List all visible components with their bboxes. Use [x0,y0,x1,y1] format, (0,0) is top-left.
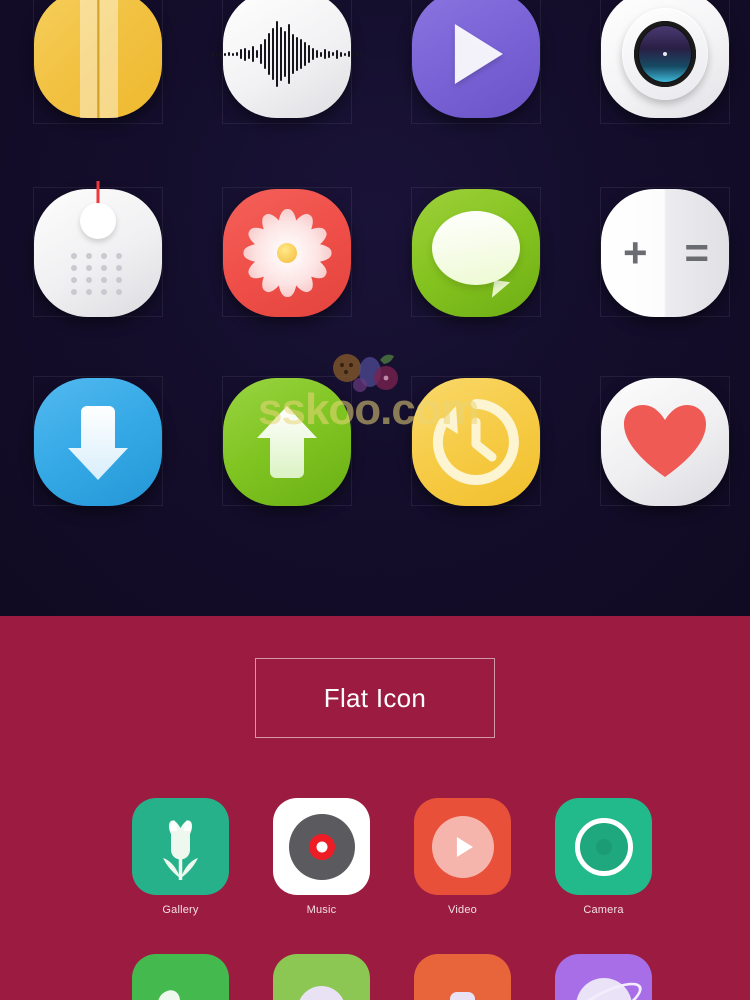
flat-video-icon[interactable] [414,798,511,895]
flat-gallery-icon[interactable] [132,798,229,895]
video-player-icon[interactable] [412,0,540,118]
download-icon[interactable] [34,378,162,506]
download-icon-surface [34,378,162,506]
flat-app-camera[interactable]: Camera [533,798,674,916]
flat-app-clock[interactable] [392,954,533,1000]
play-circle-glyph [431,815,494,878]
calculator-plus-symbol: + [623,229,648,276]
camera-icon[interactable] [601,0,729,118]
tulip-glyph [163,820,198,880]
partial-glyph [158,990,180,1000]
heart-glyph [624,405,706,477]
video-player-icon-surface [412,0,540,118]
speech-bubble-tail [491,280,510,301]
alarm-speaker-grill [71,253,125,295]
alarm-button [80,203,116,239]
flat-music-label: Music [306,904,337,916]
flat-browser-icon[interactable] [555,954,652,1000]
arrow-down-glyph [68,406,128,480]
voice-recorder-icon-surface [212,0,362,118]
history-icon-surface [412,378,540,506]
flat-app-browser[interactable] [533,954,674,1000]
flat-icon-row-1: Gallery Music Video Camera [0,798,750,916]
flat-icon-title-box: Flat Icon [255,658,495,738]
flat-app-contacts[interactable] [251,954,392,1000]
camera-icon-surface [601,0,729,118]
voice-recorder-icon[interactable] [212,0,362,118]
waveform-glyph [212,19,362,89]
play-triangle-glyph [454,24,503,84]
messages-icon-surface [412,189,540,317]
lens-ring-glyph [574,817,633,876]
flat-icon-crimson-section: Flat Icon Gallery Music Video Camera [0,616,750,1000]
calculator-equals-symbol: = [684,229,709,276]
flower-core [277,243,297,263]
arrow-up-glyph [257,406,317,478]
history-icon[interactable] [412,378,540,506]
partial-glyph [450,992,475,1000]
vinyl-record-glyph [288,813,355,880]
notes-spine [97,0,99,118]
alarm-sensor-icon-surface [34,181,162,317]
flat-video-label: Video [448,904,477,916]
flower-gallery-icon[interactable] [223,189,351,317]
upload-icon[interactable] [223,378,351,506]
partial-glyph [299,986,344,1000]
page-title: Flat Icon [323,682,427,713]
flat-camera-icon[interactable] [555,798,652,895]
lens-center [595,838,612,855]
flat-clock-icon[interactable] [414,954,511,1000]
flat-music-icon[interactable] [273,798,370,895]
flower-gallery-icon-surface [223,189,351,317]
flat-app-gallery[interactable]: Gallery [110,798,251,916]
heart-icon[interactable] [601,378,729,506]
clock-rewind-glyph [432,399,519,485]
calculator-icon-surface: + = [601,189,729,317]
flat-app-phone[interactable] [110,954,251,1000]
flat-app-music[interactable]: Music [251,798,392,916]
flat-gallery-label: Gallery [162,904,199,916]
icon-showcase-dark-section: + = [0,0,750,616]
messages-icon[interactable] [412,189,540,317]
notes-icon-surface [34,0,162,118]
flat-contacts-icon[interactable] [273,954,370,1000]
calculator-icon[interactable]: + = [601,189,729,317]
alarm-sensor-icon[interactable] [34,181,162,317]
flat-app-video[interactable]: Video [392,798,533,916]
heart-icon-surface [601,378,729,506]
flat-camera-label: Camera [583,904,624,916]
flat-icon-row-2 [0,954,750,1000]
vinyl-center-hole [316,841,327,852]
notes-page-left [80,0,98,118]
camera-lens-highlight [663,52,667,56]
speech-bubble [432,210,520,285]
play-triangle-glyph [456,836,473,857]
upload-icon-surface [223,378,351,506]
notes-page-right [100,0,118,118]
notes-icon[interactable] [34,0,162,118]
flat-phone-icon[interactable] [132,954,229,1000]
